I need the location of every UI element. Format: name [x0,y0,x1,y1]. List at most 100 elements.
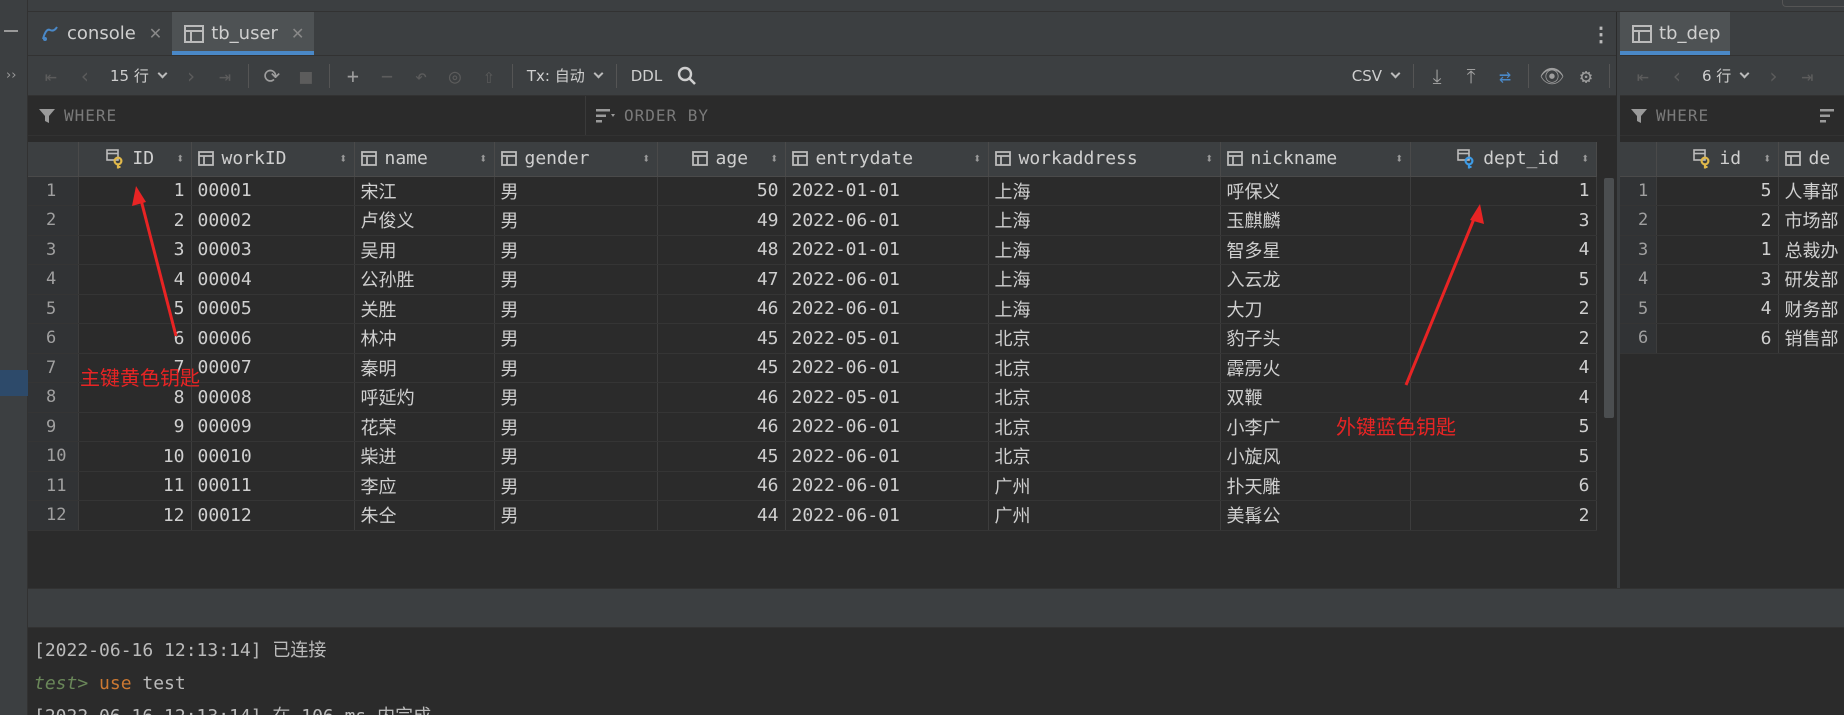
table-cell[interactable]: 00012 [191,500,355,531]
table-cell[interactable]: 霹雳火 [1220,353,1411,383]
table-cell[interactable]: 00007 [191,353,355,383]
ddl-button[interactable]: DDL [623,67,670,85]
table-cell[interactable]: 上海 [988,235,1221,265]
submit-icon[interactable]: ⇧ [472,60,506,92]
table-cell[interactable]: 2022-06-01 [785,264,989,295]
table-row[interactable]: 11 11 00011 李应男 46 2022-06-01 广州 扑天雕 6 [28,471,1597,501]
table-cell[interactable]: 4 [1410,382,1597,413]
table-cell[interactable]: 男 [494,323,658,354]
table-cell[interactable]: 呼延灼 [354,382,495,413]
column-header-workaddress[interactable]: workaddress ⬍ [988,142,1221,177]
upload-icon[interactable]: ⤒ [1454,60,1488,92]
stop-icon[interactable]: ■ [289,60,323,92]
table-cell[interactable]: 11 [78,471,192,501]
order-by-filter[interactable]: ORDER BY [586,96,709,135]
table-cell[interactable]: 45 [657,441,786,472]
table-cell[interactable]: 上海 [988,176,1221,206]
table-row[interactable]: 4 4 00004 公孙胜男 47 2022-06-01 上海 入云龙 5 [28,264,1597,295]
column-header-entrydate[interactable]: entrydate ⬍ [785,142,989,177]
table-cell[interactable]: 市场部 [1778,205,1844,236]
tab-tb-user[interactable]: tb_user ✕ [172,12,315,55]
table-cell[interactable]: 10 [78,441,192,472]
prev-page-icon[interactable]: ‹ [68,60,102,92]
table-cell[interactable]: 00005 [191,294,355,324]
table-cell[interactable]: 美髯公 [1220,500,1411,531]
table-cell[interactable]: 46 [657,471,786,501]
sort-toggle-icon[interactable]: ⬍ [1763,151,1771,167]
table-cell[interactable]: 6 [1410,471,1597,501]
view-eye-icon[interactable]: 👁 [1535,60,1569,92]
close-icon[interactable]: ✕ [291,24,304,43]
table-cell[interactable]: 财务部 [1778,294,1844,324]
table-row[interactable]: 12 12 00012 朱仝男 44 2022-06-01 广州 美髯公 2 [28,500,1597,531]
table-cell[interactable]: 45 [657,323,786,354]
more-vertical-icon[interactable]: ⋮ [1586,12,1616,55]
page-size-select[interactable]: 6 行 [1694,65,1756,86]
sort-toggle-icon[interactable]: ⬍ [339,151,347,167]
table-cell[interactable]: 5 [1656,176,1779,206]
last-page-icon[interactable]: ⇥ [208,60,242,92]
column-header-nickname[interactable]: nickname ⬍ [1220,142,1411,177]
table-cell[interactable]: 男 [494,412,658,442]
table-cell[interactable]: 1 [78,176,192,206]
table-cell[interactable]: 00010 [191,441,355,472]
services-splitter[interactable] [28,588,1844,628]
table-cell[interactable]: 2022-06-01 [785,412,989,442]
table-row[interactable]: 5 5 00005 关胜男 46 2022-06-01 上海 大刀 2 [28,294,1597,324]
table-cell[interactable]: 47 [657,264,786,295]
table-cell[interactable]: 5 [78,294,192,324]
table-row[interactable]: 5 4 财务部 [1620,294,1844,324]
table-row[interactable]: 2 2 00002 卢俊义男 49 2022-06-01 上海 玉麒麟 3 [28,205,1597,236]
sort-toggle-icon[interactable]: ⬍ [973,151,981,167]
table-cell[interactable]: 00002 [191,205,355,236]
table-cell[interactable]: 男 [494,235,658,265]
table-cell[interactable]: 12 [78,500,192,531]
sort-toggle-icon[interactable]: ⬍ [1205,151,1213,167]
table-cell[interactable]: 9 [78,412,192,442]
table-cell[interactable]: 男 [494,500,658,531]
table-cell[interactable]: 2 [1410,500,1597,531]
table-cell[interactable]: 00011 [191,471,355,501]
column-header-dept_id[interactable]: dept_id ⬍ [1410,142,1597,177]
page-size-select[interactable]: 15 行 [102,65,174,86]
table-cell[interactable]: 北京 [988,382,1221,413]
order-by-filter[interactable] [1810,96,1840,135]
table-cell[interactable]: 5 [1410,264,1597,295]
export-format-select[interactable]: CSV [1344,67,1407,85]
prev-page-icon[interactable]: ‹ [1660,60,1694,92]
table-cell[interactable]: 男 [494,264,658,295]
last-page-icon[interactable]: ⇥ [1790,60,1824,92]
table-row[interactable]: 4 3 研发部 [1620,264,1844,295]
table-cell[interactable]: 00003 [191,235,355,265]
table-cell[interactable]: 总裁办 [1778,235,1844,265]
where-filter[interactable]: WHERE [1620,96,1810,135]
table-cell[interactable]: 00006 [191,323,355,354]
table-cell[interactable]: 人事部 [1778,176,1844,206]
add-row-icon[interactable]: + [336,60,370,92]
first-page-icon[interactable]: ⇤ [34,60,68,92]
table-cell[interactable]: 2022-05-01 [785,323,989,354]
table-cell[interactable]: 男 [494,176,658,206]
table-cell[interactable]: 6 [78,323,192,354]
search-icon[interactable] [670,60,704,92]
settings-gear-icon[interactable]: ⚙ [1569,60,1603,92]
column-header-name[interactable]: name ⬍ [354,142,495,177]
column-header-gender[interactable]: gender ⬍ [494,142,658,177]
table-cell[interactable]: 4 [1410,353,1597,383]
table-cell[interactable]: 大刀 [1220,294,1411,324]
table-row[interactable]: 1 5 人事部 [1620,176,1844,206]
table-cell[interactable]: 花荣 [354,412,495,442]
table-cell[interactable]: 00008 [191,382,355,413]
table-cell[interactable]: 双鞭 [1220,382,1411,413]
table-cell[interactable]: 2022-06-01 [785,294,989,324]
table-cell[interactable]: 2022-06-01 [785,353,989,383]
table-cell[interactable]: 2 [1410,294,1597,324]
tx-mode-select[interactable]: Tx: 自动 [519,65,610,86]
table-cell[interactable]: 2022-06-01 [785,205,989,236]
tab-console[interactable]: console ✕ [28,12,172,55]
vertical-scrollbar[interactable] [1604,178,1614,418]
table-cell[interactable]: 豹子头 [1220,323,1411,354]
minimize-icon[interactable] [4,30,18,32]
table-cell[interactable]: 50 [657,176,786,206]
table-cell[interactable]: 49 [657,205,786,236]
